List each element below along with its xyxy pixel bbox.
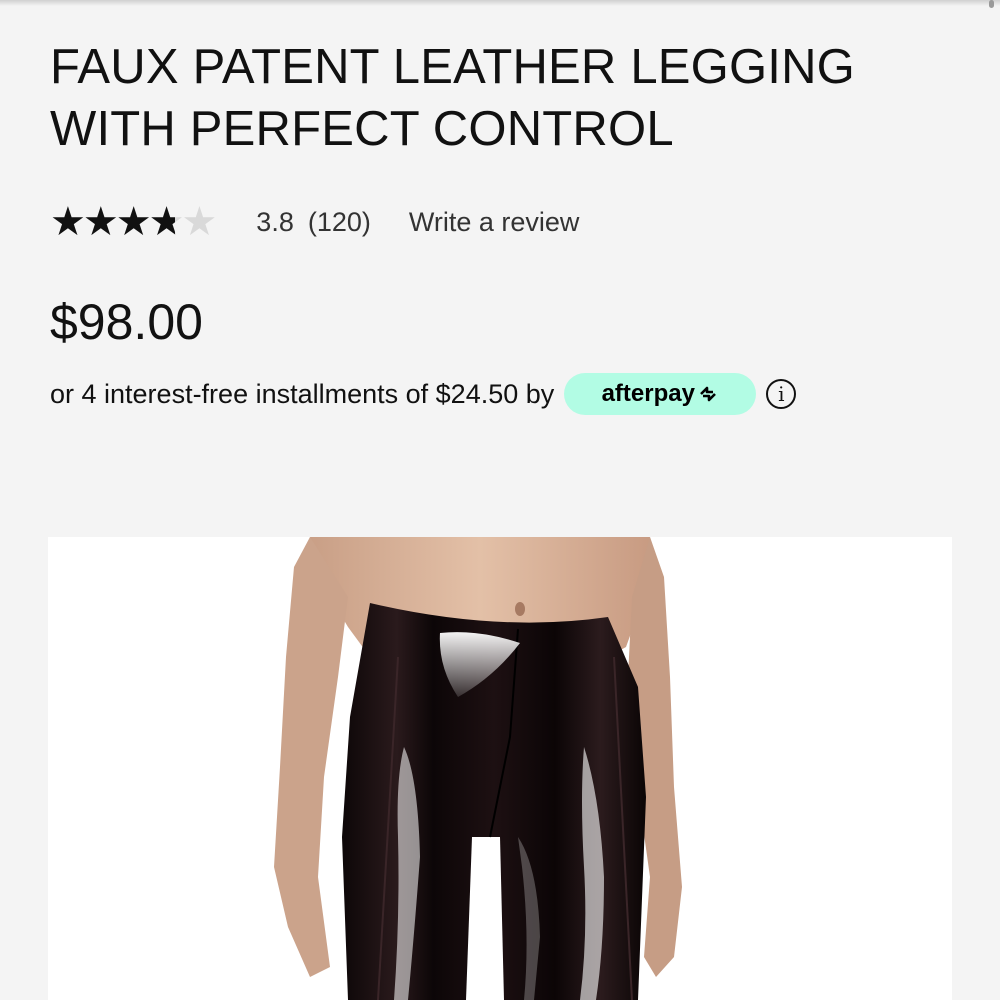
star-rating: ★★★★★ ★★★★★ <box>50 200 217 244</box>
browser-top-edge <box>0 0 1000 6</box>
afterpay-badge[interactable]: afterpay <box>564 373 757 415</box>
star-rating-filled-icon: ★★★★★ <box>50 200 175 244</box>
afterpay-logo-text: afterpay <box>601 380 695 407</box>
product-photo <box>274 537 682 1000</box>
product-image[interactable] <box>48 537 952 1000</box>
write-review-link[interactable]: Write a review <box>409 207 580 238</box>
review-count[interactable]: (120) <box>308 207 371 238</box>
product-price: $98.00 <box>50 294 203 350</box>
rating-row: ★★★★★ ★★★★★ 3.8 (120) Write a review <box>50 200 579 244</box>
afterpay-arrows-icon <box>700 386 716 402</box>
scrollbar-thumb[interactable] <box>989 0 994 8</box>
rating-value: 3.8 <box>256 206 294 237</box>
info-icon[interactable]: i <box>766 379 797 409</box>
installments-text: or 4 interest-free installments of $24.5… <box>50 378 555 409</box>
installments-row: or 4 interest-free installments of $24.5… <box>50 370 797 418</box>
product-page: FAUX PATENT LEATHER LEGGING WITH PERFECT… <box>0 0 1000 1000</box>
product-title: FAUX PATENT LEATHER LEGGING WITH PERFECT… <box>50 40 855 156</box>
